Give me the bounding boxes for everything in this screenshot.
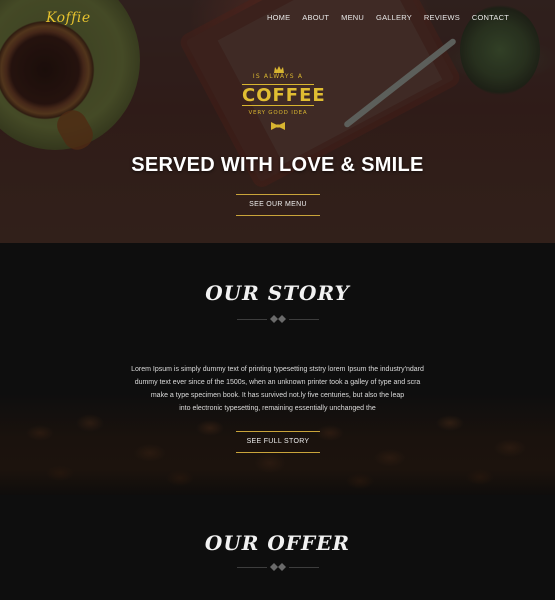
nav-item-contact[interactable]: CONTACT — [472, 13, 509, 22]
story-divider — [237, 315, 319, 323]
see-our-menu-button[interactable]: SEE OUR MENU — [236, 194, 320, 216]
story-text: Lorem Ipsum is simply dummy text of prin… — [110, 363, 445, 415]
nav-item-reviews[interactable]: REVIEWS — [424, 13, 460, 22]
diamond-ornament-icon — [270, 315, 286, 323]
story-title: OUR STORY — [205, 281, 350, 305]
story-section: OUR STORY Lorem Ipsum is simply dummy te… — [0, 243, 555, 495]
hero-title: SERVED WITH LOVE & SMILE — [131, 154, 424, 176]
main-nav: HOME ABOUT MENU GALLERY REVIEWS CONTACT — [255, 13, 509, 22]
story-line: into electronic typesetting, remaining e… — [179, 405, 376, 412]
badge-sub-text: VERY GOOD IDEA — [248, 110, 308, 116]
nav-item-home[interactable]: HOME — [267, 13, 290, 22]
crown-icon — [274, 66, 284, 73]
offer-section: OUR OFFER — [0, 495, 555, 600]
bowtie-icon — [271, 122, 285, 130]
hero-section: Koffie HOME ABOUT MENU GALLERY REVIEWS C… — [0, 0, 555, 243]
coffee-badge: IS ALWAYS A COFFEE VERY GOOD IDEA — [240, 66, 326, 138]
badge-main-text: COFFEE — [242, 84, 326, 106]
badge-top-text: IS ALWAYS A — [252, 73, 304, 80]
nav-item-about[interactable]: ABOUT — [302, 13, 329, 22]
offer-title: OUR OFFER — [204, 531, 351, 555]
logo[interactable]: Koffie — [46, 10, 91, 26]
nav-item-menu[interactable]: MENU — [341, 13, 364, 22]
diamond-ornament-icon — [270, 563, 286, 571]
story-line: make a type specimen book. It has surviv… — [150, 392, 405, 399]
nav-item-gallery[interactable]: GALLERY — [376, 13, 412, 22]
story-line: Lorem Ipsum is simply dummy text of prin… — [131, 366, 424, 373]
offer-divider — [237, 563, 319, 571]
see-full-story-button[interactable]: SEE FULL STORY — [236, 431, 320, 453]
story-line: dummy text ever since of the 1500s, when… — [134, 379, 421, 386]
